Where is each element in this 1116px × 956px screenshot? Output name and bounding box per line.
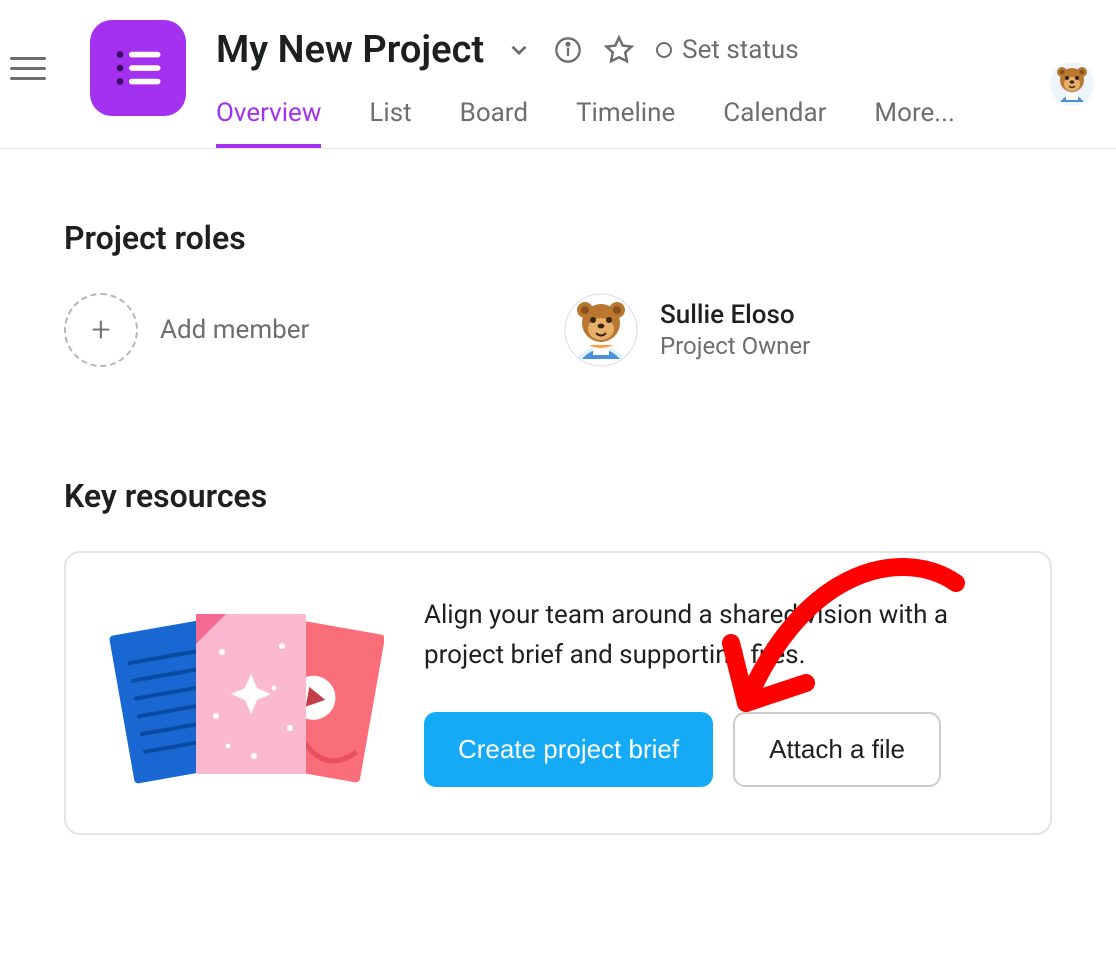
project-roles-row: + Add member	[64, 293, 1052, 367]
member-avatar	[564, 293, 638, 367]
project-member[interactable]: Sullie Eloso Project Owner	[564, 293, 984, 367]
star-icon[interactable]	[604, 35, 634, 65]
attach-file-button[interactable]: Attach a file	[733, 712, 941, 787]
bear-avatar-icon	[1050, 62, 1094, 106]
info-icon[interactable]	[554, 36, 582, 64]
list-icon	[111, 41, 165, 95]
current-user-avatar[interactable]	[1050, 62, 1094, 106]
member-role: Project Owner	[660, 332, 810, 360]
set-status-button[interactable]: Set status	[656, 35, 799, 65]
tab-calendar[interactable]: Calendar	[723, 98, 826, 148]
chevron-down-icon[interactable]	[506, 37, 532, 63]
resources-illustration	[104, 596, 384, 786]
tab-list[interactable]: List	[369, 98, 411, 148]
member-name: Sullie Eloso	[660, 300, 810, 330]
tab-board[interactable]: Board	[460, 98, 528, 148]
key-resources-card: Align your team around a shared vision w…	[64, 551, 1052, 835]
set-status-label: Set status	[682, 35, 799, 65]
project-tabs: Overview List Board Timeline Calendar Mo…	[216, 98, 1096, 148]
create-project-brief-button[interactable]: Create project brief	[424, 712, 713, 787]
status-circle-icon	[656, 42, 672, 58]
section-title-key-resources: Key resources	[64, 477, 1052, 515]
tab-more[interactable]: More...	[874, 98, 954, 148]
key-resources-description: Align your team around a shared vision w…	[424, 595, 1012, 676]
section-title-project-roles: Project roles	[64, 219, 1052, 257]
plus-icon: +	[64, 293, 138, 367]
tab-timeline[interactable]: Timeline	[576, 98, 675, 148]
tab-overview[interactable]: Overview	[216, 98, 321, 148]
project-title[interactable]: My New Project	[216, 28, 484, 72]
menu-hamburger-icon[interactable]	[10, 48, 50, 88]
project-color-icon[interactable]	[90, 20, 186, 116]
add-member-button[interactable]: + Add member	[64, 293, 484, 367]
project-header: My New Project Set status Overview List …	[0, 0, 1116, 149]
add-member-label: Add member	[160, 315, 309, 345]
bear-avatar-icon	[564, 293, 638, 367]
